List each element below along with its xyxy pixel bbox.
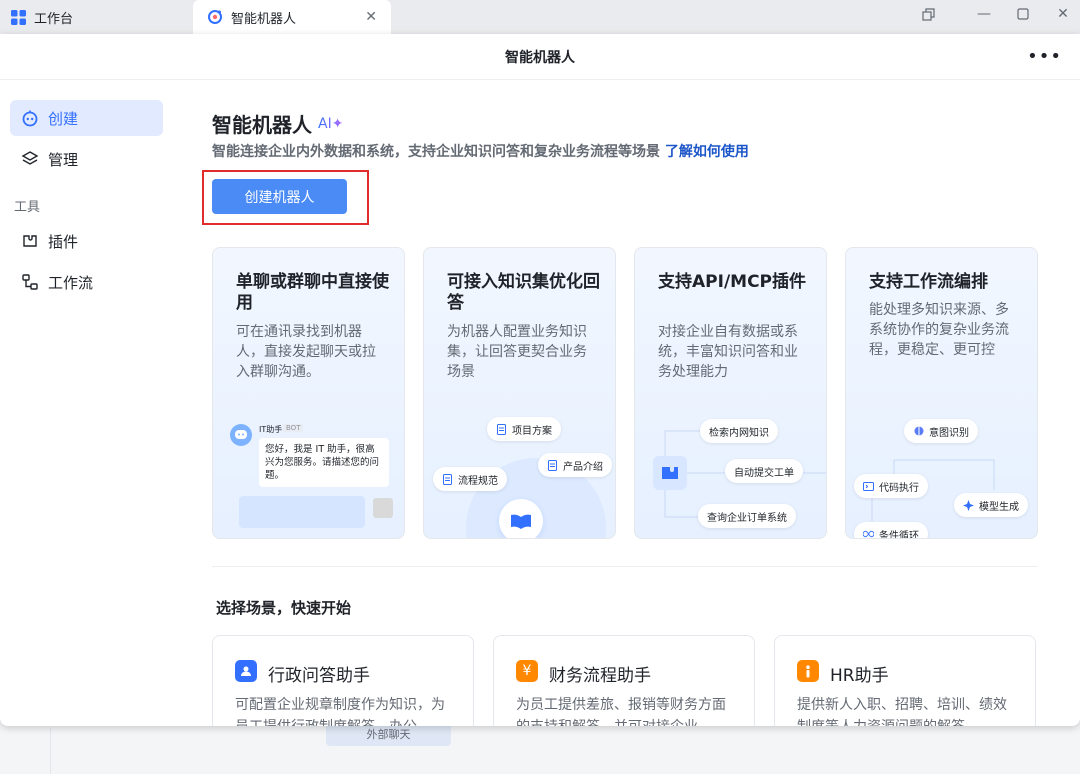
- section-title: 选择场景，快速开始: [216, 599, 352, 617]
- workflow-chip: 条件循环: [854, 522, 928, 539]
- person-icon: [235, 660, 257, 682]
- workflow-chip: 意图识别: [904, 419, 978, 443]
- window-close-icon[interactable]: ✕: [1048, 0, 1078, 28]
- bot-avatar-icon: [230, 424, 252, 446]
- tab-robot[interactable]: 智能机器人 ✕: [193, 0, 391, 34]
- tab-workbench[interactable]: 工作台: [0, 0, 193, 34]
- document-icon: [496, 423, 507, 435]
- scene-desc: 为员工提供差旅、报销等财务方面的支持和解答，并可对接企业: [516, 697, 726, 726]
- scene-name: 财务流程助手: [549, 666, 651, 686]
- subtitle-text: 智能连接企业内外数据和系统，支持企业知识问答和复杂业务流程等场景: [212, 144, 660, 160]
- document-icon: [547, 459, 558, 471]
- scene-card-admin[interactable]: 行政问答助手 可配置企业规章制度作为知识，为员工提供行政制度解答、办公: [212, 635, 474, 726]
- apps-grid-icon: [10, 9, 26, 25]
- scene-card-finance[interactable]: ¥ 财务流程助手 为员工提供差旅、报销等财务方面的支持和解答，并可对接企业: [493, 635, 755, 726]
- window-title: 智能机器人: [505, 49, 575, 66]
- yen-icon: ¥: [516, 660, 538, 682]
- bot-name: IT助手: [259, 425, 283, 434]
- sidebar-section-tools: 工具: [14, 200, 41, 215]
- card-desc: 对接企业自有数据或系统，丰富知识问答和业务处理能力: [658, 324, 798, 380]
- scene-name: HR助手: [830, 666, 889, 686]
- plugin-icon: [653, 456, 687, 490]
- card-title: 支持工作流编排: [869, 272, 988, 292]
- user-avatar: [373, 498, 393, 518]
- sparkle-icon: [963, 499, 974, 511]
- pin-window-icon[interactable]: [913, 0, 943, 28]
- bot-tag: BOT: [283, 424, 304, 432]
- card-desc: 能处理多知识来源、多系统协作的复杂业务流程，更稳定、更可控: [869, 302, 1009, 358]
- background-divider: [50, 728, 51, 774]
- plugin-chip: 自动提交工单: [725, 459, 803, 483]
- card-title: 单聊或群聊中直接使用: [236, 272, 389, 313]
- maximize-icon[interactable]: [1008, 0, 1038, 28]
- bot-message-bubble: 您好，我是 IT 助手，很高兴为您服务。请描述您的问题。: [259, 438, 389, 487]
- plugin-chip: 查询企业订单系统: [698, 504, 796, 528]
- window-titlebar: 智能机器人 •••: [0, 34, 1080, 80]
- learn-more-link[interactable]: 了解如何使用: [665, 144, 749, 160]
- loop-icon: [863, 529, 874, 539]
- tab-bar: 工作台 智能机器人 ✕ — ✕: [0, 0, 1080, 34]
- scene-name: 行政问答助手: [268, 666, 370, 686]
- sidebar-item-label: 工作流: [48, 273, 94, 292]
- scene-card-hr[interactable]: HR助手 提供新人入职、招聘、培训、绩效制度等人力资源问题的解答: [774, 635, 1036, 726]
- knowledge-chip: 产品介绍: [538, 453, 612, 477]
- robot-window: 智能机器人 ••• 创建 管理 工具 插件 工作流 智能机器人 AI✦ 智能连接…: [0, 34, 1080, 726]
- layers-icon: [21, 150, 39, 168]
- workflow-chip: 模型生成: [954, 493, 1028, 517]
- create-robot-button[interactable]: 创建机器人: [212, 179, 347, 214]
- feature-card-chat: 单聊或群聊中直接使用 可在通讯录找到机器人，直接发起聊天或拉入群聊沟通。 IT助…: [212, 247, 405, 539]
- section-divider: [212, 566, 1038, 567]
- sidebar-item-workflow[interactable]: 工作流: [10, 264, 163, 300]
- plugin-icon: [21, 232, 39, 250]
- tab-label: 智能机器人: [231, 11, 297, 27]
- knowledge-chip: 流程规范: [433, 467, 507, 491]
- page-subtitle: 智能连接企业内外数据和系统，支持企业知识问答和复杂业务流程等场景 了解如何使用: [212, 141, 749, 161]
- sidebar-item-create[interactable]: 创建: [10, 100, 163, 136]
- robot-icon: [207, 9, 223, 25]
- ai-badge: AI✦: [318, 115, 344, 132]
- sidebar-item-label: 插件: [48, 232, 79, 251]
- workflow-icon: [21, 273, 39, 291]
- knowledge-chip: 项目方案: [487, 417, 561, 441]
- sidebar-item-label: 管理: [48, 150, 79, 169]
- more-icon[interactable]: •••: [1027, 46, 1062, 67]
- intent-icon: [913, 426, 924, 437]
- sidebar-item-plugins[interactable]: 插件: [10, 223, 163, 259]
- scene-desc: 提供新人入职、招聘、培训、绩效制度等人力资源问题的解答: [797, 697, 1007, 726]
- card-desc: 为机器人配置业务知识集，让回答更契合业务场景: [447, 324, 587, 380]
- plugin-chip: 检索内网知识: [700, 419, 778, 443]
- minimize-icon[interactable]: —: [969, 0, 999, 28]
- robot-icon: [21, 109, 39, 127]
- feature-card-knowledge: 可接入知识集优化回答 为机器人配置业务知识集，让回答更契合业务场景 项目方案 产…: [423, 247, 616, 539]
- main-content: 智能机器人 AI✦ 智能连接企业内外数据和系统，支持企业知识问答和复杂业务流程等…: [172, 80, 1080, 726]
- page-title-text: 智能机器人: [212, 113, 312, 137]
- info-person-icon: [797, 660, 819, 682]
- code-icon: [863, 481, 874, 492]
- sidebar-item-label: 创建: [48, 109, 79, 128]
- scene-desc: 可配置企业规章制度作为知识，为员工提供行政制度解答、办公: [235, 697, 445, 726]
- book-icon: [499, 499, 543, 538]
- feature-card-plugins: 支持API/MCP插件 对接企业自有数据或系统，丰富知识问答和业务处理能力 检索…: [634, 247, 827, 539]
- page-title: 智能机器人 AI✦: [212, 109, 343, 138]
- card-title: 支持API/MCP插件: [658, 272, 807, 292]
- card-desc: 可在通讯录找到机器人，直接发起聊天或拉入群聊沟通。: [236, 324, 376, 380]
- card-title: 可接入知识集优化回答: [447, 272, 600, 313]
- sidebar-item-manage[interactable]: 管理: [10, 141, 163, 177]
- document-icon: [442, 473, 453, 485]
- feature-card-workflow: 支持工作流编排 能处理多知识来源、多系统协作的复杂业务流程，更稳定、更可控 意图…: [845, 247, 1038, 539]
- tab-label: 工作台: [34, 11, 74, 27]
- message-placeholder: [239, 496, 365, 528]
- sidebar: 创建 管理 工具 插件 工作流: [0, 80, 172, 726]
- workflow-chip: 代码执行: [854, 474, 928, 498]
- close-icon[interactable]: ✕: [365, 9, 377, 25]
